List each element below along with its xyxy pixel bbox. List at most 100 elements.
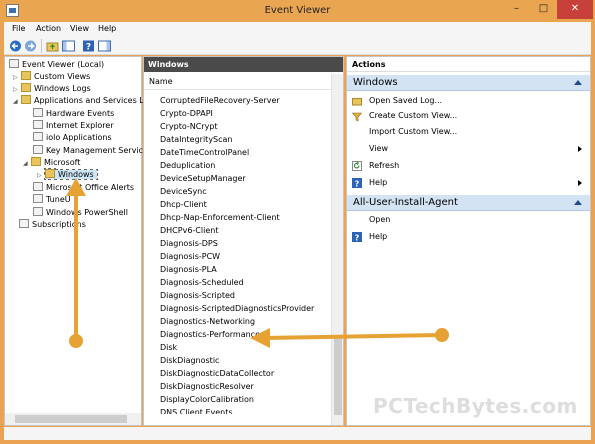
minimize-button[interactable]: – bbox=[503, 0, 530, 19]
list-item[interactable]: Diagnosis-Scheduled bbox=[160, 276, 244, 289]
action-help[interactable]: Help bbox=[369, 176, 387, 190]
log-list-pane: Windows Name CorruptedFileRecovery-Serve… bbox=[143, 56, 344, 426]
tree-item-custom-views[interactable]: ▷ Custom Views bbox=[13, 71, 90, 83]
tree-item-windows[interactable]: ▷ Windows bbox=[37, 169, 98, 182]
menu-help[interactable]: Help bbox=[98, 24, 116, 33]
list-item[interactable]: DisplayColorCalibration bbox=[160, 393, 254, 406]
title-bar[interactable]: Event Viewer – □ ✕ bbox=[0, 0, 595, 22]
list-item[interactable]: Diagnosis-ScriptedDiagnosticsProvider bbox=[160, 302, 314, 315]
action-help-agent[interactable]: Help bbox=[369, 230, 387, 244]
list-item[interactable]: Disk bbox=[160, 341, 177, 354]
svg-text:?: ? bbox=[355, 234, 360, 243]
tree-item-iolo-applications[interactable]: iolo Applications bbox=[33, 132, 112, 144]
actions-pane: Actions Windows Open Saved Log... Create… bbox=[346, 56, 591, 426]
folder-icon bbox=[31, 157, 41, 166]
list-item[interactable]: DateTimeControlPanel bbox=[160, 146, 249, 159]
svg-text:?: ? bbox=[86, 43, 91, 53]
show-hide-action-pane-icon[interactable] bbox=[98, 40, 111, 52]
list-item[interactable]: Dhcp-Nap-Enforcement-Client bbox=[160, 211, 280, 224]
chevron-right-icon[interactable]: ▷ bbox=[37, 170, 45, 182]
list-item[interactable]: Deduplication bbox=[160, 159, 215, 172]
column-header-name[interactable]: Name bbox=[144, 74, 331, 90]
action-refresh[interactable]: Refresh bbox=[369, 159, 399, 173]
action-create-custom-view[interactable]: Create Custom View... bbox=[369, 109, 457, 123]
list-item[interactable]: DiskDiagnosticResolver bbox=[160, 380, 254, 393]
refresh-icon bbox=[352, 161, 362, 171]
subscriptions-icon bbox=[19, 219, 29, 228]
tree-item-tuneup[interactable]: TuneU bbox=[33, 194, 71, 206]
list-item[interactable]: DiskDiagnostic bbox=[160, 354, 219, 367]
list-item[interactable]: Diagnosis-PCW bbox=[160, 250, 220, 263]
help-icon[interactable]: ? bbox=[82, 40, 95, 52]
list-item[interactable]: DNS Client Events bbox=[160, 406, 233, 414]
collapse-caret-icon[interactable] bbox=[574, 80, 582, 85]
scrollbar-thumb[interactable] bbox=[15, 415, 127, 423]
watermark-text: PCTechBytes.com bbox=[373, 394, 578, 418]
folder-icon bbox=[21, 83, 31, 92]
tree-item-hardware-events[interactable]: Hardware Events bbox=[33, 108, 114, 120]
list-item[interactable]: Crypto-DPAPI bbox=[160, 107, 213, 120]
action-open-saved-log[interactable]: Open Saved Log... bbox=[369, 94, 442, 108]
list-item[interactable]: DeviceSetupManager bbox=[160, 172, 246, 185]
tree-item-internet-explorer[interactable]: Internet Explorer bbox=[33, 120, 114, 132]
filter-icon bbox=[352, 112, 362, 122]
actions-section-windows[interactable]: Windows bbox=[347, 75, 590, 91]
list-item[interactable]: DataIntegrityScan bbox=[160, 133, 233, 146]
folder-icon bbox=[21, 71, 31, 80]
list-item[interactable]: DiskDiagnosticDataCollector bbox=[160, 367, 274, 380]
forward-arrow-icon[interactable] bbox=[24, 40, 37, 52]
tree-item-subscriptions[interactable]: Subscriptions bbox=[19, 219, 86, 231]
back-arrow-icon[interactable] bbox=[9, 40, 22, 52]
action-import-custom-view[interactable]: Import Custom View... bbox=[369, 125, 457, 139]
collapse-caret-icon[interactable] bbox=[574, 200, 582, 205]
log-icon bbox=[33, 132, 43, 141]
actions-title: Actions bbox=[347, 57, 590, 72]
log-icon bbox=[33, 194, 43, 203]
up-folder-icon[interactable] bbox=[46, 40, 59, 52]
log-icon bbox=[33, 207, 43, 216]
pane-title: Windows bbox=[144, 57, 343, 72]
list-item[interactable]: DHCPv6-Client bbox=[160, 224, 218, 237]
status-bar bbox=[4, 427, 591, 440]
tree-horizontal-scrollbar[interactable] bbox=[5, 413, 141, 425]
menu-view[interactable]: View bbox=[70, 24, 89, 33]
list-item[interactable]: Dhcp-Client bbox=[160, 198, 207, 211]
tree-item-applications-services[interactable]: ◢ Applications and Services Lo bbox=[13, 95, 149, 107]
list-vertical-scrollbar[interactable] bbox=[331, 74, 343, 425]
list-item[interactable]: DeviceSync bbox=[160, 185, 207, 198]
maximize-button[interactable]: □ bbox=[530, 0, 557, 19]
menu-file[interactable]: File bbox=[12, 24, 25, 33]
tree-item-office-alerts[interactable]: Microsoft Office Alerts bbox=[33, 182, 134, 194]
help-icon: ? bbox=[352, 178, 362, 188]
close-button[interactable]: ✕ bbox=[557, 0, 593, 19]
actions-section-all-user-install-agent[interactable]: All-User-Install-Agent bbox=[347, 195, 590, 211]
toolbar: ? bbox=[4, 37, 591, 55]
action-open[interactable]: Open bbox=[369, 213, 390, 227]
tree-item-root[interactable]: Event Viewer (Local) bbox=[9, 59, 104, 71]
console-tree-pane: Event Viewer (Local) ▷ Custom Views ▷ Wind… bbox=[4, 56, 149, 426]
chevron-down-icon[interactable]: ◢ bbox=[13, 96, 21, 108]
scrollbar-thumb[interactable] bbox=[334, 335, 342, 415]
tree-item-microsoft[interactable]: ◢ Microsoft bbox=[23, 157, 80, 169]
list-item[interactable]: Diagnosis-Scripted bbox=[160, 289, 235, 302]
show-hide-tree-icon[interactable] bbox=[62, 40, 75, 52]
chevron-down-icon[interactable]: ◢ bbox=[23, 158, 31, 170]
tree-item-windows-powershell[interactable]: Windows PowerShell bbox=[33, 207, 128, 219]
action-view[interactable]: View bbox=[369, 142, 388, 156]
list-item[interactable]: CorruptedFileRecovery-Server bbox=[160, 94, 280, 107]
toolbar-separator bbox=[41, 39, 42, 53]
list-item[interactable]: Diagnosis-DPS bbox=[160, 237, 218, 250]
event-viewer-icon bbox=[9, 59, 19, 68]
tree-item-key-management[interactable]: Key Management Service bbox=[33, 145, 148, 157]
submenu-arrow-icon bbox=[578, 180, 582, 186]
folder-icon bbox=[21, 95, 31, 104]
list-item[interactable]: Diagnosis-PLA bbox=[160, 263, 217, 276]
tree-item-windows-logs[interactable]: ▷ Windows Logs bbox=[13, 83, 91, 95]
menu-action[interactable]: Action bbox=[36, 24, 61, 33]
list-item[interactable]: Diagnostics-Networking bbox=[160, 315, 255, 328]
list-item[interactable]: Crypto-NCrypt bbox=[160, 120, 218, 133]
log-icon bbox=[33, 108, 43, 117]
submenu-arrow-icon bbox=[578, 146, 582, 152]
folder-open-icon bbox=[352, 98, 362, 106]
list-item-diagnostics-performance[interactable]: Diagnostics-Performance bbox=[160, 328, 260, 341]
